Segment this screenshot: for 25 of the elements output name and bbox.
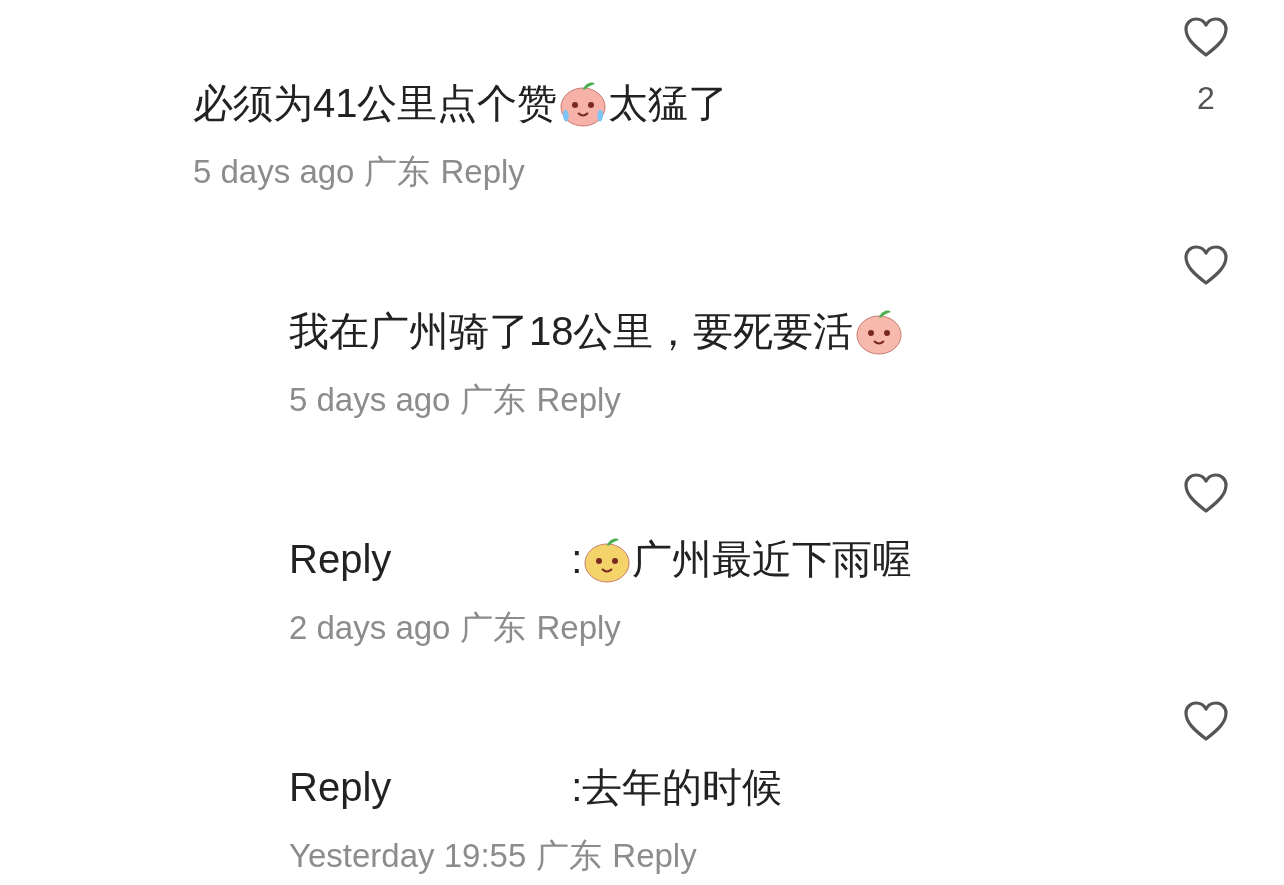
location-label: 广东 [536, 835, 603, 876]
location-label: 广东 [460, 607, 527, 648]
reply-link[interactable]: Reply [536, 381, 621, 419]
reply-link[interactable]: Reply [536, 609, 621, 647]
comment-text: 必须为41公里点个赞 [193, 79, 558, 127]
comment-text: Reply [289, 536, 392, 582]
heart-icon[interactable] [1183, 472, 1229, 514]
comment-text: 太猛了 [607, 79, 728, 127]
timestamp: 5 days ago [193, 153, 355, 191]
location-label: 广东 [460, 379, 527, 420]
comment-text: :去年的时候 [571, 763, 783, 811]
heart-icon[interactable] [1183, 244, 1229, 286]
like-count: 2 [1197, 80, 1215, 117]
comment-text: : [571, 536, 583, 582]
location-label: 广东 [364, 151, 431, 192]
comment-text: 广州最近下雨喔 [632, 535, 913, 583]
comment-text: Reply [289, 764, 392, 810]
heart-icon[interactable] [1183, 16, 1229, 58]
timestamp: Yesterday 19:55 [289, 837, 527, 875]
timestamp: 2 days ago [289, 609, 451, 647]
timestamp: 5 days ago [289, 381, 451, 419]
reply-link[interactable]: Reply [612, 837, 697, 875]
comment-text: 我在广州骑了18公里，要死要活 [289, 307, 854, 355]
reply-link[interactable]: Reply [440, 153, 525, 191]
heart-icon[interactable] [1183, 700, 1229, 742]
